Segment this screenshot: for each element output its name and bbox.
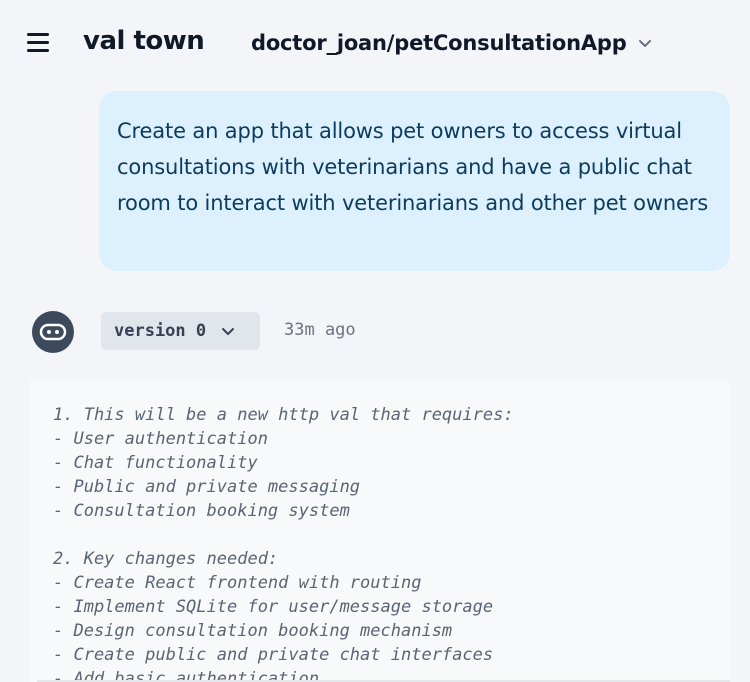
robot-icon [32,311,74,353]
top-bar: val town doctor_joan/petConsultationApp [0,0,750,88]
user-message-bubble: Create an app that allows pet owners to … [99,91,730,271]
code-line: - Implement SQLite for user/message stor… [53,597,494,617]
message-timestamp: 33m ago [284,320,356,340]
code-line: - Create public and private chat interfa… [53,645,494,665]
hamburger-menu-icon[interactable] [27,33,49,53]
code-line: 2. Key changes needed: [53,549,279,569]
assistant-plan-code-block: 1. This will be a new http val that requ… [29,379,730,682]
chevron-down-icon [638,40,651,47]
user-message-text: Create an app that allows pet owners to … [117,119,709,215]
code-line: - Create React frontend with routing [53,573,422,593]
project-selector[interactable]: doctor_joan/petConsultationApp [251,31,653,55]
code-line: - Public and private messaging [53,477,361,497]
val-town-logo[interactable]: val town [83,26,205,56]
code-line: - Consultation booking system [53,501,350,521]
chevron-down-icon [222,328,235,335]
code-line: - Chat functionality [53,453,258,473]
project-name: doctor_joan/petConsultationApp [251,31,627,55]
code-line: 1. This will be a new http val that requ… [53,405,514,425]
code-line: - User authentication [53,429,268,449]
version-label: version 0 [114,321,207,341]
version-dropdown-button[interactable]: version 0 [101,312,260,350]
code-line: - Design consultation booking mechanism [53,621,453,641]
